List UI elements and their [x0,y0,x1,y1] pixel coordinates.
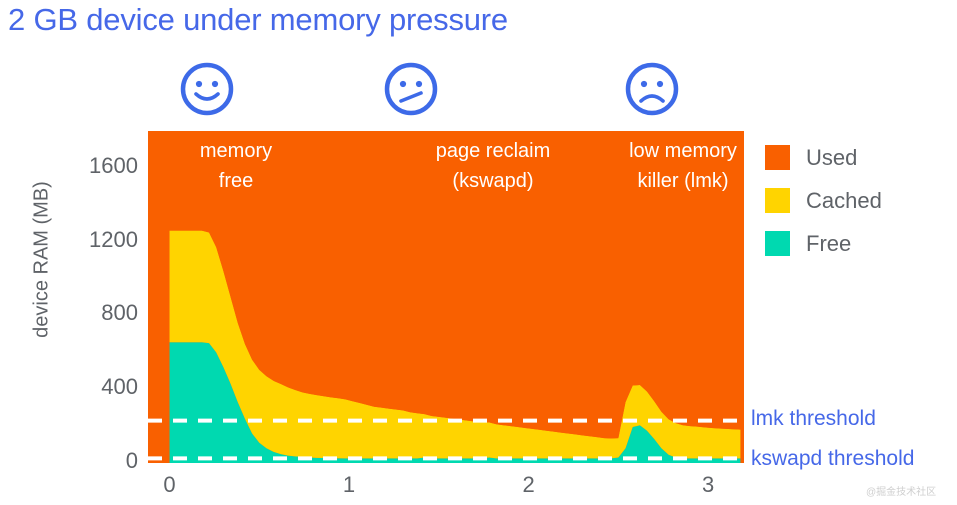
legend-label: Cached [806,187,882,213]
y-tick-1600: 1600 [89,152,138,178]
neutral-face-icon [383,61,439,117]
x-tick-1: 1 [342,472,356,497]
legend-swatch-used [765,145,790,170]
y-tick-800: 800 [101,300,138,326]
y-axis-tick-labels: 0 400 800 1200 1600 [20,0,138,505]
sad-face-icon [624,61,680,117]
legend-label: Used [806,144,858,170]
annotation-page-reclaim: page reclaim (kswapd) [435,140,551,192]
legend-item-free[interactable]: Free [765,222,882,265]
y-tick-400: 400 [101,374,138,400]
chart-legend: Used Cached Free [765,136,882,265]
watermark: @掘金技术社区 [866,487,937,498]
x-tick-3: 3 [701,472,715,497]
y-tick-1200: 1200 [89,226,138,252]
legend-label: Free [806,230,852,256]
legend-swatch-free [765,231,790,256]
x-tick-0: 0 [163,472,176,497]
legend-item-used[interactable]: Used [765,136,882,179]
happy-face-icon [179,61,235,117]
kswapd-threshold-label: kswapd threshold [751,447,915,470]
lmk-threshold-label: lmk threshold [751,407,876,430]
stacked-area-chart: memory free page reclaim (kswapd) low me… [148,131,744,463]
legend-item-cached[interactable]: Cached [765,179,882,222]
annotation-low-memory-killer: low memory killer (lmk) [629,140,737,192]
x-tick-2: 2 [522,472,535,497]
y-tick-0: 0 [125,448,138,473]
annotation-memory-free: memory free [199,140,273,192]
legend-swatch-cached [765,188,790,213]
